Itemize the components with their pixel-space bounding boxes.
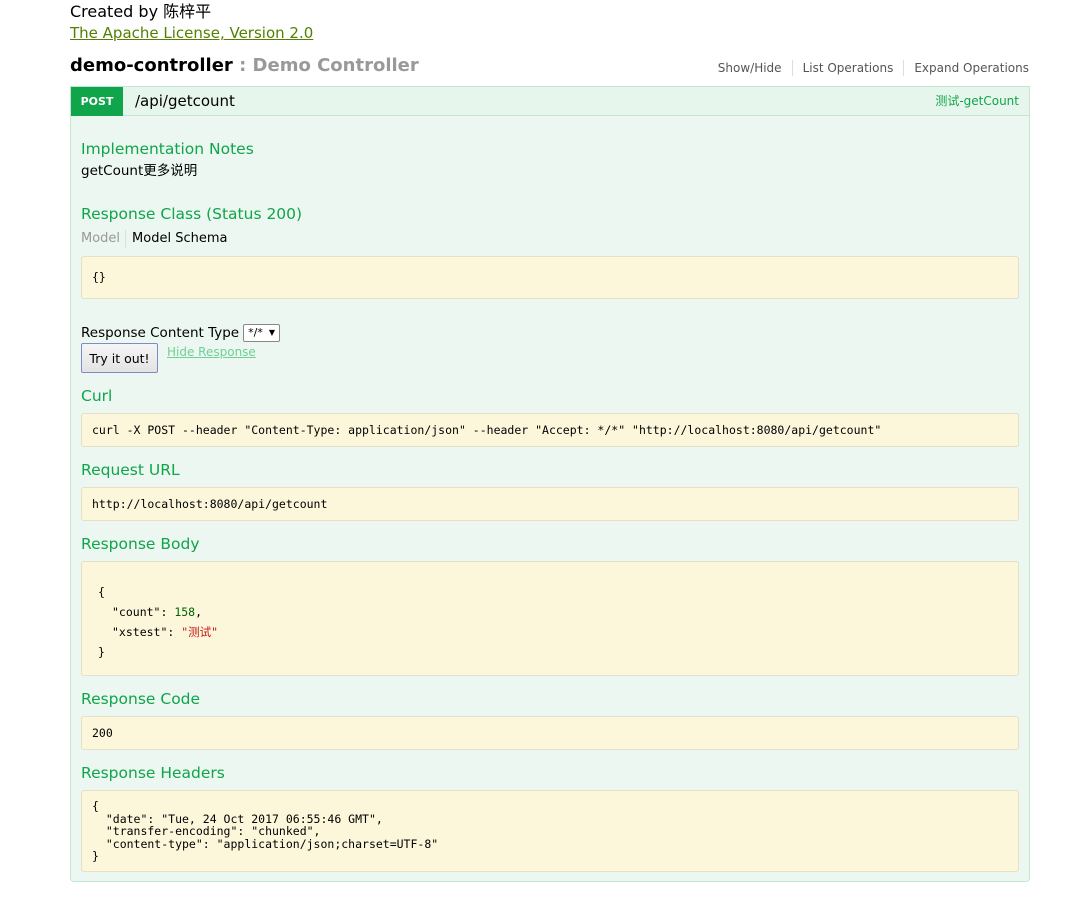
json-comma: , xyxy=(195,605,203,619)
tab-model-schema[interactable]: Model Schema xyxy=(126,230,227,248)
created-by: Created by 陈梓平 xyxy=(70,2,212,21)
endpoint-path[interactable]: /api/getcount xyxy=(135,91,235,111)
header-line: "transfer-encoding": "chunked", xyxy=(92,824,321,838)
controller-name[interactable]: demo-controller xyxy=(70,55,233,76)
impl-notes-text: getCount更多说明 xyxy=(81,163,198,179)
controller-ops: Show/Hide List Operations Expand Operati… xyxy=(708,60,1029,76)
json-line-xstest: "xstest": "测试" xyxy=(98,622,218,642)
header-line: { xyxy=(92,799,99,813)
json-key-count: "count": xyxy=(112,605,175,619)
request-url: http://localhost:8080/api/getcount xyxy=(92,497,328,511)
model-tabs: Model Model Schema xyxy=(81,230,227,248)
endpoint-summary[interactable]: 测试-getCount xyxy=(935,93,1019,109)
json-key-xstest: "xstest": xyxy=(112,625,182,639)
curl-command: curl -X POST --header "Content-Type: app… xyxy=(92,423,882,437)
expand-operations-link[interactable]: Expand Operations xyxy=(904,60,1029,76)
json-line-count: "count": 158, xyxy=(98,602,218,622)
response-headers-box: { "date": "Tue, 24 Oct 2017 06:55:46 GMT… xyxy=(81,790,1019,872)
response-code-title: Response Code xyxy=(81,690,201,708)
controller-heading[interactable]: demo-controller : Demo Controller xyxy=(70,54,419,78)
swagger-page: Created by 陈梓平 The Apache License, Versi… xyxy=(0,0,1091,911)
response-content-type-label: Response Content Type xyxy=(81,325,240,341)
response-class-title: Response Class (Status 200) xyxy=(81,205,303,223)
response-body-box: { "count": 158, "xstest": "测试" } xyxy=(81,561,1019,676)
header-line: "content-type": "application/json;charse… xyxy=(92,836,439,851)
header-line: } xyxy=(92,849,99,863)
try-it-out-button[interactable]: Try it out! xyxy=(81,343,158,373)
json-open-brace: { xyxy=(98,585,105,599)
response-headers-title: Response Headers xyxy=(81,764,225,782)
request-url-box: http://localhost:8080/api/getcount xyxy=(81,487,1019,521)
response-body-json: { "count": 158, "xstest": "测试" } xyxy=(98,582,218,662)
response-code: 200 xyxy=(92,726,113,740)
model-schema-box: {} xyxy=(81,256,1019,299)
list-operations-link[interactable]: List Operations xyxy=(793,60,905,76)
request-url-title: Request URL xyxy=(81,461,180,479)
endpoint-panel: POST /api/getcount 测试-getCount Implement… xyxy=(70,86,1030,882)
impl-notes-title: Implementation Notes xyxy=(81,140,254,158)
response-code-box: 200 xyxy=(81,716,1019,750)
json-close-brace: } xyxy=(98,645,105,659)
hide-response-link[interactable]: Hide Response xyxy=(167,345,256,359)
curl-box: curl -X POST --header "Content-Type: app… xyxy=(81,413,1019,447)
curl-title: Curl xyxy=(81,387,113,405)
show-hide-link[interactable]: Show/Hide xyxy=(708,60,793,76)
response-body-title: Response Body xyxy=(81,535,200,553)
content-type-value: */* xyxy=(248,326,263,339)
endpoint-header[interactable]: POST /api/getcount 测试-getCount xyxy=(71,87,1029,116)
controller-description: : Demo Controller xyxy=(232,55,419,76)
response-content-type: Response Content Type */* ▼ xyxy=(81,324,280,342)
license-link[interactable]: The Apache License, Version 2.0 xyxy=(70,22,313,44)
caret-down-icon: ▼ xyxy=(268,328,275,337)
tab-model[interactable]: Model xyxy=(81,230,127,248)
response-headers: { "date": "Tue, 24 Oct 2017 06:55:46 GMT… xyxy=(92,800,438,863)
method-badge[interactable]: POST xyxy=(71,87,123,116)
json-value-xstest: "测试" xyxy=(181,625,219,639)
content-type-select[interactable]: */* ▼ xyxy=(243,324,280,342)
schema-code: {} xyxy=(92,270,106,284)
json-value-count: 158 xyxy=(174,605,196,619)
